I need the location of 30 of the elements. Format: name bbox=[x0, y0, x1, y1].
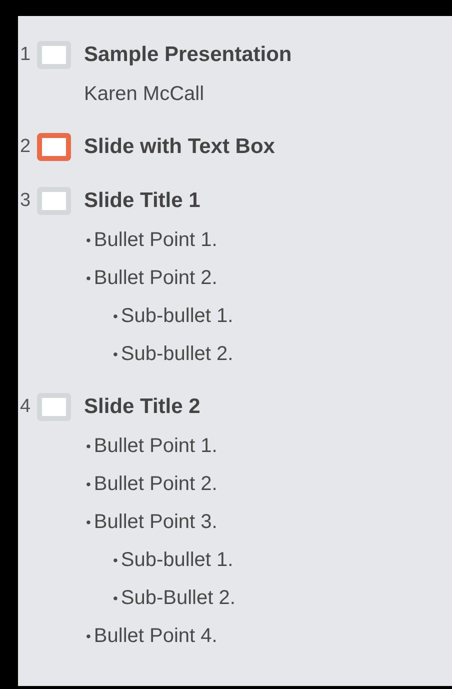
bullet-marker: • bbox=[113, 346, 118, 362]
slide-title[interactable]: Slide with Text Box bbox=[84, 135, 275, 159]
bullet-marker: • bbox=[113, 308, 118, 324]
bullet-text: Sub-Bullet 2. bbox=[120, 586, 236, 610]
bullet-text: Bullet Point 4. bbox=[94, 624, 218, 648]
slide-thumbnail-icon[interactable] bbox=[37, 133, 71, 161]
bullet-marker: • bbox=[86, 438, 91, 454]
bullet-marker: • bbox=[86, 270, 91, 286]
bullet-text: Sub-bullet 1. bbox=[120, 304, 234, 328]
bullet-marker: • bbox=[86, 232, 91, 248]
bullet-text: Bullet Point 1. bbox=[94, 434, 218, 458]
bullet-text: Bullet Point 2. bbox=[94, 266, 218, 290]
bullet-marker: • bbox=[86, 514, 91, 530]
slide-title[interactable]: Sample Presentation bbox=[84, 43, 292, 67]
slide-number: 1 bbox=[19, 44, 32, 66]
bullet-text: Sub-bullet 2. bbox=[120, 342, 234, 366]
bullet-marker: • bbox=[113, 590, 118, 606]
slide-title[interactable]: Slide Title 1 bbox=[84, 189, 200, 213]
bullet-text: Sub-bullet 1. bbox=[120, 548, 234, 572]
slide-number: 3 bbox=[19, 190, 32, 212]
bullet-marker: • bbox=[113, 552, 118, 568]
bullet-marker: • bbox=[86, 476, 91, 492]
subtitle-text: Karen McCall bbox=[84, 82, 204, 106]
bullet-text: Bullet Point 1. bbox=[94, 228, 218, 252]
slide-title[interactable]: Slide Title 2 bbox=[84, 395, 200, 419]
bullet-text: Bullet Point 2. bbox=[94, 472, 218, 496]
bullet-text: Bullet Point 3. bbox=[94, 510, 218, 534]
slide-number: 2 bbox=[19, 136, 32, 158]
slide-number: 4 bbox=[19, 396, 32, 418]
bullet-marker: • bbox=[86, 628, 91, 644]
